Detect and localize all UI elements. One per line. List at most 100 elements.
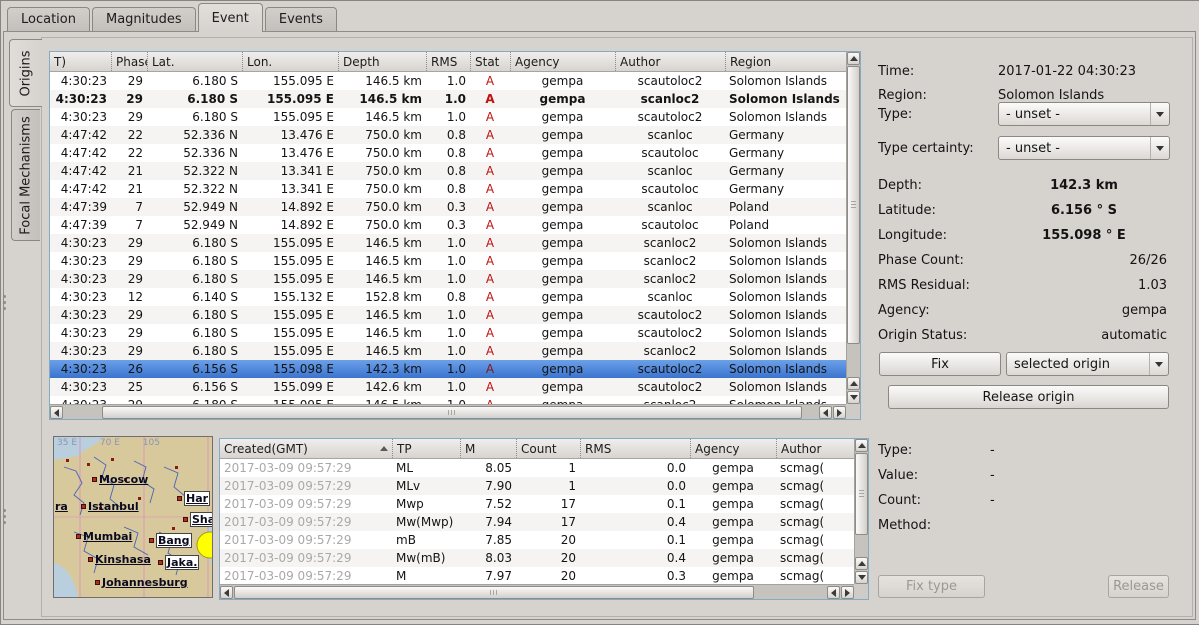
magnitudes-vertical-scrollbar[interactable] (854, 439, 868, 584)
origin-row[interactable]: 4:30:23296.180 S155.095 E146.5 km1.0Agem… (50, 324, 846, 342)
scroll-thumb[interactable] (102, 406, 802, 419)
origin-row[interactable]: 4:30:23296.180 S155.095 E146.5 km1.0Agem… (50, 108, 846, 126)
origin-row[interactable]: 4:30:23296.180 S155.095 E146.5 km1.0Agem… (50, 234, 846, 252)
table-cell: Germany (725, 144, 846, 162)
origin-row[interactable]: 4:30:23296.180 S155.095 E146.5 km1.0Agem… (50, 342, 846, 360)
table-cell: 21 (111, 180, 147, 198)
scroll-thumb[interactable] (234, 586, 754, 599)
scroll-left-button[interactable] (50, 406, 63, 419)
type-certainty-combobox[interactable]: - unset - (998, 136, 1170, 160)
table-cell: 152.8 km (338, 288, 426, 306)
scroll-up-button[interactable] (847, 377, 860, 390)
origin-row[interactable]: 4:47:422152.322 N13.341 E750.0 km0.8Agem… (50, 162, 846, 180)
origin-row[interactable]: 4:30:23296.180 S155.095 E146.5 km1.0Agem… (50, 90, 846, 108)
table-cell: scmag( (776, 495, 854, 513)
origin-row[interactable]: 4:30:23296.180 S155.095 E146.5 km1.0Agem… (50, 270, 846, 288)
table-cell: 13.476 E (242, 144, 338, 162)
column-header[interactable]: M (460, 439, 516, 458)
column-header[interactable]: T) (50, 52, 111, 71)
column-header[interactable]: Phase (111, 52, 147, 71)
scroll-up-button[interactable] (855, 439, 868, 452)
table-cell: gempa (510, 126, 615, 144)
fix-type-button[interactable]: Fix type (878, 575, 985, 598)
type-combobox[interactable]: - unset - (998, 102, 1170, 126)
scroll-right-button[interactable] (841, 586, 854, 599)
splitter-handle[interactable] (2, 289, 7, 315)
origin-row[interactable]: 4:30:23296.180 S155.095 E146.5 km1.0Agem… (50, 72, 846, 90)
table-cell: scanloc (615, 198, 725, 216)
column-header[interactable]: Lon. (242, 52, 338, 71)
release-origin-button[interactable]: Release origin (888, 385, 1169, 409)
field-label: Type: (878, 107, 998, 122)
city-marker-icon (158, 560, 163, 565)
scroll-left-button[interactable] (220, 586, 233, 599)
map-city-label: Bang (149, 533, 192, 548)
origin-row[interactable]: 4:47:422152.322 N13.341 E750.0 km0.8Agem… (50, 180, 846, 198)
scroll-left-button[interactable] (819, 406, 832, 419)
scroll-thumb[interactable] (847, 66, 860, 344)
fix-button[interactable]: Fix (879, 352, 1001, 376)
column-header[interactable]: Author (615, 52, 725, 71)
origin-row[interactable]: 4:30:23126.140 S155.132 E152.8 km0.8Agem… (50, 288, 846, 306)
column-header[interactable]: Created(GMT) (220, 439, 392, 458)
scroll-up-button[interactable] (847, 52, 860, 65)
column-header[interactable]: RMS (426, 52, 470, 71)
splitter-handle[interactable] (2, 503, 7, 529)
origins-horizontal-scrollbar[interactable] (50, 404, 846, 419)
origin-selector-combobox[interactable]: selected origin (1006, 352, 1169, 376)
table-cell: A (470, 378, 510, 396)
table-cell: 146.5 km (338, 90, 426, 108)
origin-row[interactable]: 4:47:422252.336 N13.476 E750.0 km0.8Agem… (50, 144, 846, 162)
magnitude-row[interactable]: 2017-03-09 09:57:29M7.97200.3gempascmag( (220, 567, 854, 584)
origin-row[interactable]: 4:30:23266.156 S155.098 E142.3 km1.0Agem… (50, 360, 846, 378)
magnitude-row[interactable]: 2017-03-09 09:57:29Mw(Mwp)7.94170.4gempa… (220, 513, 854, 531)
origin-row[interactable]: 4:30:23256.156 S155.099 E142.6 km1.0Agem… (50, 378, 846, 396)
tab-focal-mechanisms[interactable]: Focal Mechanisms (11, 109, 40, 241)
table-cell: 146.5 km (338, 324, 426, 342)
table-cell: gempa (690, 549, 776, 567)
column-header[interactable]: Stat (470, 52, 510, 71)
column-header[interactable]: Agency (690, 439, 776, 458)
scroll-thumb[interactable] (855, 453, 868, 535)
table-cell: M (392, 567, 460, 584)
magnitude-row[interactable]: 2017-03-09 09:57:29mB7.85200.1gempascmag… (220, 531, 854, 549)
origin-row[interactable]: 4:30:23296.180 S155.095 E146.5 km1.0Agem… (50, 306, 846, 324)
column-header[interactable]: Region (725, 52, 846, 71)
column-header[interactable]: RMS (580, 439, 690, 458)
tab-magnitudes[interactable]: Magnitudes (92, 7, 196, 31)
scroll-up-button[interactable] (855, 557, 868, 570)
tab-origins[interactable]: Origins (9, 39, 42, 107)
scroll-left-button[interactable] (827, 586, 840, 599)
scroll-down-button[interactable] (855, 571, 868, 584)
column-header[interactable]: Depth (338, 52, 426, 71)
table-cell: 7.94 (460, 513, 516, 531)
column-header[interactable]: Agency (510, 52, 615, 71)
tab-events[interactable]: Events (265, 7, 337, 31)
tab-event[interactable]: Event (198, 3, 263, 32)
table-cell: gempa (510, 306, 615, 324)
magnitude-row[interactable]: 2017-03-09 09:57:29Mw(mB)8.03200.4gempas… (220, 549, 854, 567)
column-header[interactable]: Author (776, 439, 854, 458)
scroll-down-button[interactable] (847, 391, 860, 404)
column-header[interactable]: Count (516, 439, 580, 458)
scroll-right-button[interactable] (833, 406, 846, 419)
origin-row[interactable]: 4:47:39752.949 N14.892 E750.0 km0.3Agemp… (50, 198, 846, 216)
magnitude-row[interactable]: 2017-03-09 09:57:29Mwp7.52170.1gempascma… (220, 495, 854, 513)
table-cell: 1.0 (426, 252, 470, 270)
origins-vertical-scrollbar[interactable] (846, 52, 860, 404)
column-header[interactable]: TP (392, 439, 460, 458)
origin-row[interactable]: 4:30:23296.180 S155.095 E146.5 km1.0Agem… (50, 252, 846, 270)
origin-row[interactable]: 4:47:39752.949 N14.892 E750.0 km0.3Agemp… (50, 216, 846, 234)
release-button[interactable]: Release (1108, 575, 1169, 598)
magnitude-row[interactable]: 2017-03-09 09:57:29ML8.0510.0gempascmag( (220, 459, 854, 477)
origin-row[interactable]: 4:47:422252.336 N13.476 E750.0 km0.8Agem… (50, 126, 846, 144)
origin-row[interactable]: 4:30:23296.180 S155.095 E146.5 km1.0Agem… (50, 396, 846, 404)
magnitude-row[interactable]: 2017-03-09 09:57:29MLv7.9010.0gempascmag… (220, 477, 854, 495)
tab-location[interactable]: Location (7, 7, 90, 31)
column-header[interactable]: Lat. (147, 52, 242, 71)
location-map[interactable]: 35 E 70 E 105 MoscowraIstanbulMumbaiKins… (53, 436, 213, 598)
table-cell: A (470, 288, 510, 306)
table-cell: Germany (725, 180, 846, 198)
origins-table: T)PhaseLat.Lon.DepthRMSStatAgencyAuthorR… (49, 51, 861, 420)
magnitudes-horizontal-scrollbar[interactable] (220, 584, 854, 599)
